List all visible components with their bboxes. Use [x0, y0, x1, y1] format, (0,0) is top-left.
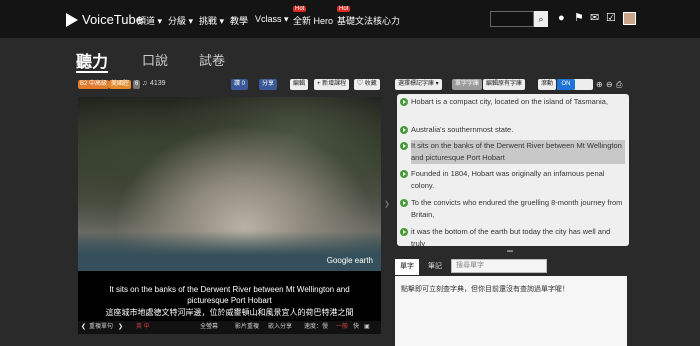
subtitle-chinese: 這座城市地處德文特河岸邊，位於威靈頓山和風景宜人的荷巴特港之間 — [105, 308, 354, 317]
level-badge: B2 中高級 — [78, 80, 110, 89]
active-tab-indicator — [76, 71, 108, 73]
word-search-input[interactable]: 搜尋單字 — [451, 259, 547, 273]
embed-share-button[interactable]: 嵌入分享 — [268, 321, 292, 334]
favorite-button[interactable]: ♡ 收藏 — [354, 79, 380, 90]
nav-item-grammar[interactable]: 基礎文法核心力 — [337, 14, 400, 27]
search-input[interactable] — [490, 11, 534, 27]
hot-badge: Hot — [293, 6, 307, 12]
share-button[interactable]: 分享 — [259, 79, 278, 90]
scroll-label: 滾動 — [538, 79, 557, 90]
zoom-in-icon[interactable]: ⊕ — [596, 80, 603, 89]
mail-icon[interactable]: ✉ — [590, 13, 599, 24]
video-watermark: Google earth — [326, 256, 373, 265]
nav-item-challenge[interactable]: 挑戰 ▾ — [199, 14, 224, 27]
prev-sentence-icon[interactable]: ❮ — [81, 321, 86, 334]
nav-item-tutorial[interactable]: 教學 — [230, 14, 248, 27]
play-line-icon[interactable] — [400, 228, 408, 236]
play-line-icon[interactable] — [400, 199, 408, 207]
fullscreen-button[interactable]: 全螢幕 — [200, 321, 218, 334]
transcript-panel: Hobart is a compact city, located on the… — [397, 94, 629, 246]
edit-wordbank-button[interactable]: 編輯原有字庫 — [483, 79, 526, 90]
resize-handle[interactable]: ▬ — [507, 248, 513, 254]
nav-item-levels[interactable]: 分級 ▾ — [168, 14, 193, 27]
subtitle-english: It sits on the banks of the Derwent Rive… — [109, 285, 350, 305]
video-player[interactable]: Google earth — [78, 97, 381, 271]
avatar[interactable] — [623, 12, 636, 25]
flag-icon[interactable]: ⚑ — [574, 13, 584, 24]
next-sentence-icon[interactable]: ❯ — [118, 321, 123, 334]
play-line-icon[interactable] — [400, 142, 408, 150]
top-nav: VoiceTube 頻道 ▾ 分級 ▾ 挑戰 ▾ 教學 Vclass ▾ Hot… — [0, 0, 700, 38]
speed-normal[interactable]: 一般 — [336, 321, 348, 334]
play-count: 4139 — [150, 80, 166, 87]
toggle-on-label: ON — [557, 79, 575, 90]
add-course-label: 新增課程 — [322, 81, 347, 87]
player-controls: ❮ 重複單句 ❯ 英 中 全螢幕 影片重複 嵌入分享 速度：慢 一般 快 ▣ — [78, 321, 381, 334]
tab-words[interactable]: 單字 — [395, 259, 419, 275]
video-frame-water — [78, 231, 381, 271]
transcript-text: It sits on the banks of the Derwent Rive… — [411, 140, 625, 164]
video-repeat-button[interactable]: 影片重複 — [235, 321, 259, 334]
wordbank-button[interactable]: 單字字庫 — [452, 79, 483, 90]
cc-badge: 6 — [133, 80, 141, 89]
nav-item-vclass[interactable]: Vclass ▾ — [255, 14, 289, 25]
favorite-label: 收藏 — [364, 81, 377, 87]
cc-icon[interactable]: ▣ — [364, 321, 370, 334]
select-wordbank-dropdown[interactable]: 選擇標記字庫 ▾ — [395, 79, 442, 90]
search-icon[interactable]: ⌕ — [534, 11, 548, 27]
print-icon[interactable]: ⎙ — [616, 80, 622, 89]
subtitle-language-toggle[interactable]: 英 中 — [136, 321, 150, 334]
tab-listening[interactable]: 聽力 — [76, 48, 108, 72]
hot-badge: Hot — [337, 6, 351, 12]
repeat-sentence-button[interactable]: 重複單句 — [89, 321, 113, 334]
scroll-toggle[interactable]: ON — [557, 79, 593, 90]
nav-item-channels[interactable]: 頻道 ▾ — [137, 14, 162, 27]
accent-badge: 美國腔 — [109, 80, 132, 89]
zoom-out-icon[interactable]: ⊖ — [606, 80, 613, 89]
play-line-icon[interactable] — [400, 170, 408, 178]
logo-text: VoiceTube — [82, 12, 143, 27]
play-line-icon[interactable] — [400, 98, 408, 106]
add-course-button[interactable]: + 新增課程 — [314, 79, 350, 90]
nav-item-hero[interactable]: 全新 Hero — [293, 14, 333, 27]
edit-button[interactable]: 編輯 — [290, 79, 309, 90]
like-button[interactable]: 讚 0 — [231, 79, 249, 90]
transcript-text: Australia's southernmost state. — [411, 125, 514, 134]
speed-fast[interactable]: 快 — [353, 321, 359, 334]
check-icon[interactable]: ☑ — [606, 13, 616, 24]
tab-notes[interactable]: 筆記 — [423, 259, 447, 275]
tab-speaking[interactable]: 口說 — [142, 50, 168, 69]
user-icon[interactable]: ● — [558, 13, 565, 24]
tab-exam[interactable]: 試卷 — [199, 50, 225, 69]
word-panel: 點擊即可立刻查字典，但你目前還沒有查詢過單字喔！ — [395, 276, 627, 346]
transcript-text: Hobart is a compact city, located on the… — [411, 97, 608, 106]
headphone-icon: ♫ — [142, 80, 148, 87]
transcript-text: To the convicts who endured the gruellin… — [411, 198, 623, 219]
play-icon — [66, 12, 78, 27]
play-line-icon[interactable] — [400, 126, 408, 134]
voicetube-logo[interactable]: VoiceTube — [66, 12, 143, 27]
transcript-text: Founded in 1804, Hobart was originally a… — [411, 169, 605, 190]
word-panel-hint: 點擊即可立刻查字典，但你目前還沒有查詢過單字喔！ — [401, 286, 569, 293]
transcript-text: it was the bottom of the earth but today… — [411, 227, 611, 246]
speed-slow[interactable]: 速度：慢 — [304, 321, 328, 334]
panel-splitter[interactable]: ❯ — [384, 200, 390, 208]
subtitle-area: It sits on the banks of the Derwent Rive… — [78, 271, 381, 321]
